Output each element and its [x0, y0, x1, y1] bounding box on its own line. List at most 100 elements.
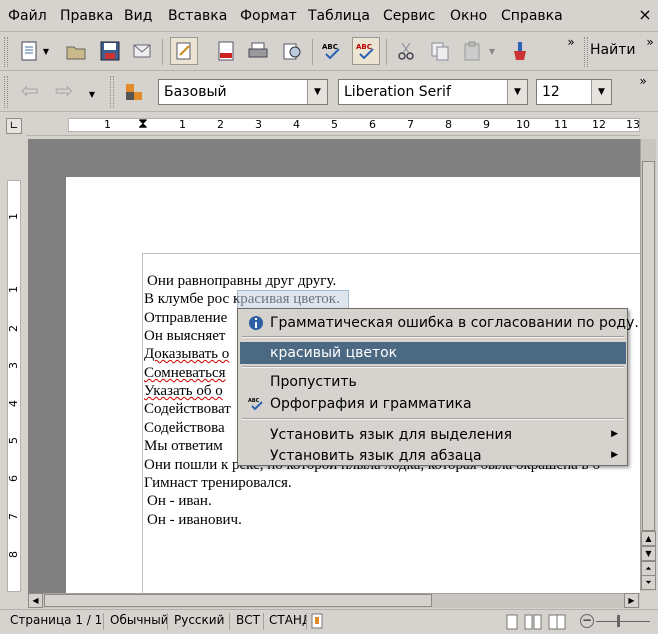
paragraph-style-combobox[interactable]: Базовый ▼	[158, 79, 328, 105]
menu-help[interactable]: Справка	[501, 8, 563, 24]
ruler-label: 1	[179, 118, 186, 131]
clone-formatting-icon[interactable]	[506, 37, 534, 65]
skip-item[interactable]: Пропустить	[240, 371, 626, 393]
toolbar-handle[interactable]	[4, 76, 8, 108]
chevron-down-icon[interactable]: ▼	[307, 80, 327, 104]
menu-table[interactable]: Таблица	[308, 8, 370, 24]
edit-mode-icon[interactable]	[170, 37, 198, 65]
autospellcheck-icon[interactable]: ABC	[352, 37, 380, 65]
ruler-label: 4	[293, 118, 300, 131]
find-overflow-button[interactable]: »	[644, 35, 656, 69]
scrollbar-thumb[interactable]	[44, 594, 432, 607]
menu-window[interactable]: Окно	[450, 8, 487, 24]
zoom-out-icon[interactable]: −	[580, 614, 594, 628]
copy-icon[interactable]	[426, 37, 454, 65]
forward-arrow-icon[interactable]: ⇨	[50, 77, 78, 105]
document-line[interactable]: Он - иванович.	[147, 512, 242, 529]
menu-file[interactable]: Файл	[8, 8, 47, 24]
tab-stop-selector[interactable]: ∟	[6, 118, 22, 134]
document-line[interactable]: Он - иван.	[147, 493, 212, 510]
chevron-down-icon[interactable]: ▼	[591, 80, 611, 104]
document-line[interactable]: Он выясняет	[144, 328, 225, 345]
ruler-label: 2	[7, 325, 20, 332]
open-folder-icon[interactable]	[62, 37, 90, 65]
scroll-down-button[interactable]: ▼	[641, 546, 656, 561]
toolbar-handle[interactable]	[110, 76, 114, 108]
indent-marker-icon[interactable]: ⧗	[138, 116, 148, 132]
single-page-view-icon[interactable]	[505, 614, 519, 630]
nav-overflow-icon[interactable]: ▼	[86, 80, 98, 108]
page-style-indicator[interactable]: Обычный	[106, 613, 168, 630]
scroll-left-button[interactable]: ◀	[28, 593, 43, 608]
document-line[interactable]: Доказывать о	[144, 346, 229, 363]
language-indicator[interactable]: Русский	[170, 613, 230, 630]
document-line[interactable]: Отправление	[144, 310, 227, 327]
export-pdf-icon[interactable]	[212, 37, 240, 65]
insert-mode-indicator[interactable]: ВСТ	[232, 613, 264, 630]
document-line[interactable]: Они равноправны друг другу.	[147, 273, 336, 290]
document-line[interactable]: Содействоват	[144, 401, 231, 418]
font-name-value: Liberation Serif	[344, 84, 451, 100]
scroll-up-button[interactable]: ▲	[641, 531, 656, 546]
save-icon[interactable]	[96, 37, 124, 65]
vertical-scrollbar[interactable]: ▲ ▼ ⏶ ⏷	[640, 139, 656, 591]
font-size-combobox[interactable]: 12 ▼	[536, 79, 612, 105]
back-arrow-icon[interactable]: ⇦	[16, 77, 44, 105]
menu-edit[interactable]: Правка	[60, 8, 113, 24]
scrollbar-thumb[interactable]	[642, 161, 655, 531]
document-line[interactable]: Указать об о	[144, 383, 223, 400]
set-language-selection-item[interactable]: Установить язык для выделения ▶	[240, 424, 626, 446]
zoom-slider-handle[interactable]	[617, 615, 620, 627]
suggestion-item[interactable]: красивый цветок	[240, 342, 626, 364]
toolbar-handle[interactable]	[4, 37, 8, 67]
font-name-combobox[interactable]: Liberation Serif ▼	[338, 79, 528, 105]
horizontal-ruler[interactable]: ⧗ 1 1 2 3 4 5 6 7 8 9 10 11 12 13	[26, 114, 640, 136]
menu-tools[interactable]: Сервис	[383, 8, 435, 24]
styles-formatting-icon[interactable]	[120, 78, 148, 106]
next-page-button[interactable]: ⏷	[641, 575, 656, 590]
cut-icon[interactable]	[392, 37, 420, 65]
vertical-ruler[interactable]: 1 1 2 3 4 5 6 7 8	[4, 140, 24, 592]
menu-bar: Файл Правка Вид Вставка Формат Таблица С…	[0, 0, 658, 32]
chevron-down-icon[interactable]: ▼	[507, 80, 527, 104]
document-modified-icon	[310, 613, 324, 630]
menu-insert[interactable]: Вставка	[168, 8, 227, 24]
email-icon[interactable]	[128, 37, 156, 65]
set-language-paragraph-item[interactable]: Установить язык для абзаца ▶	[240, 445, 626, 467]
horizontal-scrollbar[interactable]: ◀ ▶	[28, 593, 640, 608]
paste-dropdown-icon[interactable]: ▼	[486, 37, 498, 65]
new-dropdown-icon[interactable]: ▼	[40, 37, 52, 65]
ruler-label: 1	[104, 118, 111, 131]
scroll-right-button[interactable]: ▶	[624, 593, 639, 608]
spellcheck-icon[interactable]: ABC	[318, 37, 346, 65]
book-view-icon[interactable]	[548, 614, 566, 630]
paste-icon[interactable]	[458, 37, 486, 65]
spellcheck-context-menu: Грамматическая ошибка в согласовании по …	[237, 308, 639, 467]
selection-mode-indicator[interactable]: СТАНД	[265, 613, 307, 630]
font-size-value: 12	[542, 84, 560, 100]
menu-format[interactable]: Формат	[240, 8, 297, 24]
format-overflow-button[interactable]: »	[636, 74, 650, 108]
multi-page-view-icon[interactable]	[524, 614, 542, 630]
print-icon[interactable]	[244, 37, 272, 65]
close-document-button[interactable]: ×	[636, 6, 654, 24]
document-line[interactable]: Содействова	[144, 420, 225, 437]
previous-page-button[interactable]: ⏶	[641, 561, 656, 576]
ruler-label: 7	[407, 118, 414, 131]
spellcheck-icon: ABC	[248, 396, 264, 412]
document-line[interactable]: Мы ответим	[144, 438, 223, 455]
toolbar-handle[interactable]	[584, 37, 588, 67]
toolbar-overflow-button[interactable]: »	[564, 35, 578, 69]
menu-separator	[242, 336, 624, 338]
page-indicator[interactable]: Страница 1 / 1	[6, 613, 104, 630]
menu-item-label: Грамматическая ошибка в согласовании по …	[270, 315, 639, 331]
document-line[interactable]: Сомневаться	[144, 365, 226, 382]
zoom-slider[interactable]	[596, 621, 650, 622]
document-line[interactable]: Гимнаст тренировался.	[144, 475, 292, 492]
menu-item-label: Установить язык для выделения	[270, 427, 513, 443]
spelling-grammar-item[interactable]: ABC Орфография и грамматика	[240, 393, 626, 415]
print-preview-icon[interactable]	[278, 37, 306, 65]
menu-view[interactable]: Вид	[124, 8, 152, 24]
ruler-label: 9	[483, 118, 490, 131]
find-toolbar-label[interactable]: Найти	[590, 42, 635, 58]
